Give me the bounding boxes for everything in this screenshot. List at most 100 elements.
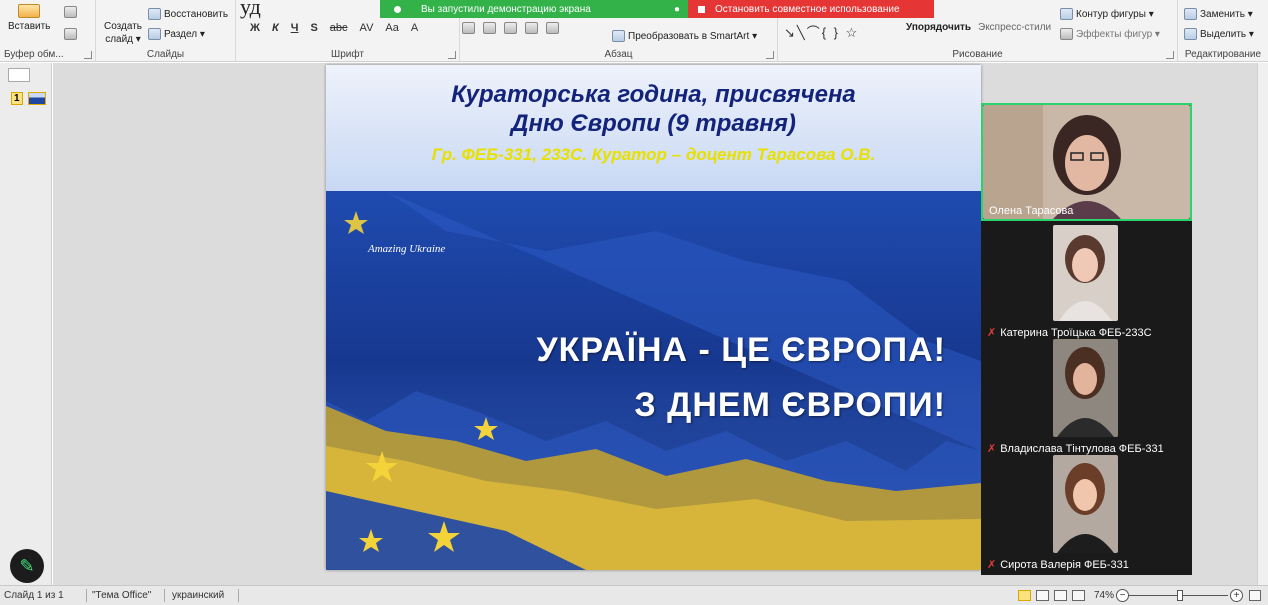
shapes-gallery[interactable]: ↘╲⌒{ } ☆ bbox=[784, 22, 859, 41]
bold-button[interactable]: Ж bbox=[250, 22, 260, 34]
arrange-button[interactable]: Упорядочить bbox=[906, 22, 971, 33]
slide-title-line1[interactable]: Кураторська година, присвячена bbox=[326, 81, 981, 109]
share-status: Вы запустили демонстрацию экрана ● bbox=[380, 0, 688, 18]
participant-video bbox=[1053, 339, 1118, 437]
shape-effects-button[interactable]: Эффекты фигур ▾ bbox=[1060, 28, 1160, 40]
strikethrough-button[interactable]: abc bbox=[330, 22, 348, 34]
participant-video bbox=[1053, 455, 1118, 553]
stop-share-button[interactable]: Остановить совместное использование bbox=[688, 0, 934, 18]
restore-button[interactable]: Восстановить bbox=[148, 8, 228, 20]
status-separator bbox=[164, 589, 165, 602]
select-label: Выделить ▾ bbox=[1200, 28, 1254, 40]
reading-view-icon[interactable] bbox=[1054, 590, 1067, 601]
muted-mic-icon: ✗ bbox=[987, 443, 997, 455]
participant-name-text: Олена Тарасова bbox=[989, 205, 1074, 217]
arrange-label: Упорядочить bbox=[906, 22, 972, 33]
replace-label: Заменить ▾ bbox=[1200, 8, 1253, 20]
slides-tab[interactable] bbox=[8, 68, 30, 82]
group-slides: Создать слайд ▾ Восстановить Раздел ▾ Сл… bbox=[96, 0, 236, 62]
shape-outline-button[interactable]: Контур фигуры ▾ bbox=[1060, 8, 1154, 20]
format-painter-icon[interactable] bbox=[64, 28, 77, 40]
align-center-icon[interactable] bbox=[483, 22, 496, 34]
theme-name[interactable]: "Тема Office" bbox=[92, 590, 151, 601]
participant-tile[interactable]: Олена Тарасова bbox=[981, 103, 1192, 221]
slide-thumbnail[interactable] bbox=[28, 92, 46, 105]
normal-view-icon[interactable] bbox=[1018, 590, 1031, 601]
slide-header: Кураторська година, присвячена Дню Європ… bbox=[326, 65, 981, 191]
group-label-paragraph: Абзац bbox=[604, 49, 633, 60]
select-button[interactable]: Выделить ▾ bbox=[1184, 28, 1254, 40]
section-icon bbox=[148, 28, 161, 40]
quick-styles-button[interactable]: Экспресс-стили bbox=[978, 22, 1051, 33]
language-indicator[interactable]: украинский bbox=[172, 590, 224, 601]
zoom-level[interactable]: 74% bbox=[1094, 590, 1114, 601]
quick-styles-label: Экспресс-стили bbox=[978, 22, 1052, 33]
participant-tile[interactable]: ✗ Катерина Троїцька ФЕБ-233С bbox=[981, 223, 1192, 341]
participant-video bbox=[983, 105, 1190, 219]
vertical-scrollbar[interactable] bbox=[1257, 63, 1268, 585]
new-slide-button[interactable]: Создать слайд ▾ bbox=[104, 22, 142, 45]
shape-effects-label: Эффекты фигур ▾ bbox=[1076, 28, 1160, 40]
align-right-icon[interactable] bbox=[504, 22, 517, 34]
char-spacing-button[interactable]: AV bbox=[360, 22, 374, 34]
stop-share-label: Остановить совместное использование bbox=[715, 3, 900, 15]
font-color-button[interactable]: A bbox=[411, 22, 418, 34]
clipboard-launcher-icon[interactable] bbox=[84, 51, 92, 59]
paste-button[interactable]: Вставить bbox=[8, 4, 50, 32]
shadow-button[interactable]: S bbox=[310, 22, 317, 34]
align-buttons bbox=[462, 22, 559, 34]
participant-name-text: Владислава Тінтулова ФЕБ-331 bbox=[1000, 442, 1164, 455]
status-separator bbox=[238, 589, 239, 602]
status-bar: Слайд 1 из 1 "Тема Office" украинский 74… bbox=[0, 585, 1268, 605]
shield-icon: ● bbox=[673, 3, 680, 15]
zoom-slider-knob[interactable] bbox=[1177, 590, 1183, 601]
paste-icon bbox=[18, 4, 41, 18]
fit-slide-icon[interactable] bbox=[1249, 590, 1261, 601]
select-icon bbox=[1184, 28, 1197, 40]
section-button[interactable]: Раздел ▾ bbox=[148, 28, 205, 40]
restore-label: Восстановить bbox=[164, 8, 229, 20]
columns-icon[interactable] bbox=[546, 22, 559, 34]
participant-tile[interactable]: ✗ Сирота Валерія ФЕБ-331 bbox=[981, 455, 1192, 573]
share-status-icon bbox=[394, 5, 401, 13]
justify-icon[interactable] bbox=[525, 22, 538, 34]
participants-panel: Олена Тарасова ✗ Катерина Троїцька ФЕБ-2… bbox=[981, 103, 1192, 575]
smartart-icon bbox=[612, 30, 625, 42]
participant-tile[interactable]: ✗ Владислава Тінтулова ФЕБ-331 bbox=[981, 339, 1192, 457]
slideshow-view-icon[interactable] bbox=[1072, 590, 1085, 601]
copy-icon[interactable] bbox=[64, 6, 77, 18]
font-launcher-icon[interactable] bbox=[448, 51, 456, 59]
italic-button[interactable]: К bbox=[272, 22, 279, 34]
underline-button[interactable]: Ч bbox=[291, 22, 299, 34]
participant-video bbox=[1053, 225, 1118, 321]
group-label-clipboard: Буфер обм... bbox=[4, 49, 64, 60]
pen-icon[interactable]: ✎ bbox=[10, 549, 44, 583]
zoom-in-button[interactable]: + bbox=[1230, 589, 1243, 602]
slide-number: 1 bbox=[11, 92, 23, 105]
slide-subtitle[interactable]: Гр. ФЕБ-331, 233С. Куратор – доцент Тара… bbox=[326, 145, 981, 165]
drawing-launcher-icon[interactable] bbox=[1166, 51, 1174, 59]
participant-name-text: Сирота Валерія ФЕБ-331 bbox=[1000, 558, 1129, 571]
group-label-editing: Редактирование bbox=[1184, 49, 1262, 60]
change-case-button[interactable]: Aa bbox=[385, 22, 398, 34]
image-caption: Amazing Ukraine bbox=[368, 243, 446, 255]
cutoff-title-text: уд bbox=[240, 0, 261, 19]
slide-sorter-view-icon[interactable] bbox=[1036, 590, 1049, 601]
status-separator bbox=[86, 589, 87, 602]
slogan-line2: З ДНЕМ ЄВРОПИ! bbox=[634, 386, 946, 424]
slogan-line1: УКРАЇНА - ЦЕ ЄВРОПА! bbox=[536, 331, 946, 369]
thumbnail-panel: 1 ✎ bbox=[0, 63, 52, 585]
font-buttons: Ж К Ч S abc AV Aa A bbox=[250, 22, 418, 34]
replace-button[interactable]: Заменить ▾ bbox=[1184, 8, 1253, 20]
participant-name: ✗ Сирота Валерія ФЕБ-331 bbox=[987, 558, 1129, 572]
participant-name: ✗ Катерина Троїцька ФЕБ-233С bbox=[987, 326, 1152, 340]
paragraph-launcher-icon[interactable] bbox=[766, 51, 774, 59]
slide-title-line2[interactable]: Дню Європи (9 травня) bbox=[326, 110, 981, 138]
slide-canvas[interactable]: Кураторська година, присвячена Дню Європ… bbox=[326, 65, 981, 570]
align-left-icon[interactable] bbox=[462, 22, 475, 34]
smartart-button[interactable]: Преобразовать в SmartArt ▾ bbox=[612, 30, 757, 42]
muted-mic-icon: ✗ bbox=[987, 327, 997, 339]
slide-picture[interactable]: Amazing Ukraine УКРАЇНА - ЦЕ ЄВРОПА! З Д… bbox=[326, 191, 981, 570]
participant-name: ✗ Владислава Тінтулова ФЕБ-331 bbox=[987, 442, 1164, 456]
screen-share-bar: Вы запустили демонстрацию экрана ● Остан… bbox=[380, 0, 934, 18]
